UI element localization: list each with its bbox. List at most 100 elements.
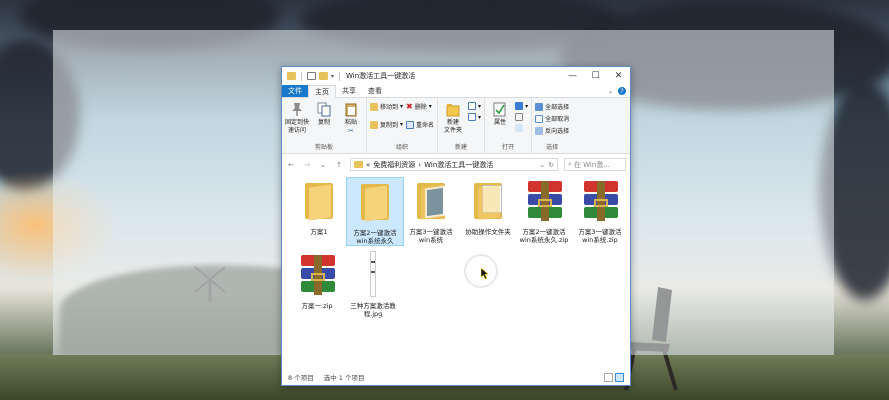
select-none-icon xyxy=(535,114,544,123)
copy-button[interactable]: 复制 xyxy=(312,100,336,143)
breadcrumb-item[interactable]: 免费福利资源 xyxy=(373,160,415,170)
list-item[interactable]: 方案3一键激活 win系统 xyxy=(402,177,460,244)
chevron-down-icon[interactable]: ⌄ xyxy=(318,161,328,169)
delete-button[interactable]: ✖ 删除 ▾ xyxy=(406,102,434,111)
file-explorer-window[interactable]: ▾ Win激活工具一键激活 — ☐ ✕ 文件 主页 共享 查看 ⌄ ? 固定到快… xyxy=(281,66,631,386)
search-input[interactable]: ⌕ 在 Win激... xyxy=(564,158,626,171)
group-label: 选择 xyxy=(546,144,559,151)
properties-button[interactable]: 属性 xyxy=(488,100,512,143)
invert-selection-label: 反向选择 xyxy=(545,128,570,135)
navigation-bar: ← → ⌄ ↑ « 免费福利资源 › Win激活工具一键激活 ⌄ ↻ ⌕ 在 W… xyxy=(282,157,630,172)
chevron-down-icon[interactable]: ▾ xyxy=(331,73,334,80)
list-item[interactable]: 方案3一键激活 win系统.zip xyxy=(571,177,629,244)
maximize-button[interactable]: ☐ xyxy=(584,67,607,85)
properties-icon[interactable] xyxy=(307,72,316,80)
copy-to-button[interactable]: 复制到 ▾ xyxy=(370,120,403,129)
new-folder-button[interactable]: 新建 文件夹 xyxy=(441,100,465,143)
easy-access-icon[interactable]: ▾ xyxy=(468,113,481,121)
rename-button[interactable]: 重命名 xyxy=(406,120,434,129)
select-none-label: 全部取消 xyxy=(545,116,570,123)
new-folder-icon[interactable] xyxy=(319,72,328,80)
breadcrumb-item[interactable]: Win激活工具一键激活 xyxy=(424,160,493,170)
search-placeholder: 在 Win激... xyxy=(573,160,610,169)
file-list: 方案1 方案2一键激活 win系统永久 方案3一键激活 win系统 协助操作文件… xyxy=(282,177,630,367)
window-title: Win激活工具一键激活 xyxy=(346,72,416,80)
copy-icon xyxy=(317,102,331,117)
refresh-button[interactable]: ↻ xyxy=(548,161,554,169)
cursor-arrow-icon xyxy=(481,268,489,279)
delete-label: 删除 xyxy=(414,104,427,111)
edit-icon[interactable] xyxy=(515,113,528,121)
chevron-down-icon[interactable]: ⌄ xyxy=(608,88,613,95)
folder-icon xyxy=(295,177,343,225)
close-button[interactable]: ✕ xyxy=(607,67,630,85)
folder-icon xyxy=(407,177,455,225)
item-label: 协助操作文件夹 xyxy=(465,228,511,236)
rename-icon xyxy=(406,120,415,129)
breadcrumb-separator: › xyxy=(418,160,422,169)
up-button[interactable]: ↑ xyxy=(334,161,344,169)
back-button[interactable]: ← xyxy=(286,161,296,169)
folder-icon xyxy=(354,161,363,168)
invert-selection-icon xyxy=(535,126,544,135)
folder-icon xyxy=(287,72,296,80)
title-bar[interactable]: ▾ Win激活工具一键激活 — ☐ ✕ xyxy=(282,67,630,85)
status-bar: 8 个项目 选中 1 个项目 xyxy=(282,369,630,385)
pin-quick-access-button[interactable]: 固定到快 速访问 xyxy=(285,100,309,143)
chevron-down-icon[interactable]: ⌄ xyxy=(539,161,545,169)
large-icons-view-button[interactable] xyxy=(615,372,624,382)
breadcrumb-overflow[interactable]: « xyxy=(366,161,370,169)
tab-home[interactable]: 主页 xyxy=(308,85,336,98)
list-item[interactable]: 方案2一键激活 win系统永久.zip xyxy=(515,177,573,244)
item-label: 方案2一键激活 win系统永久 xyxy=(353,229,397,245)
select-none-button[interactable]: 全部取消 xyxy=(535,114,569,123)
tab-view[interactable]: 查看 xyxy=(362,85,388,97)
list-item[interactable]: 方案一.zip xyxy=(288,251,346,310)
address-bar[interactable]: « 免费福利资源 › Win激活工具一键激活 ⌄ ↻ xyxy=(350,158,558,171)
item-label: 方案1 xyxy=(310,228,328,236)
cut-icon[interactable]: ✂ xyxy=(348,127,354,135)
selection-count: 选中 1 个项目 xyxy=(323,374,365,382)
help-icon[interactable]: ? xyxy=(618,87,626,95)
move-to-button[interactable]: 移动到 ▾ xyxy=(370,102,403,111)
list-item[interactable]: 协助操作文件夹 xyxy=(459,177,517,236)
group-new: 新建 文件夹 ▾ ▾ 新建 xyxy=(438,98,486,153)
search-icon: ⌕ xyxy=(568,160,572,168)
new-item-icon[interactable]: ▾ xyxy=(468,102,481,110)
window-controls: — ☐ ✕ xyxy=(561,67,630,85)
quick-access-toolbar: ▾ xyxy=(282,71,342,81)
list-item[interactable]: 方案1 xyxy=(290,177,348,236)
pin-label: 固定到快 速访问 xyxy=(285,119,310,134)
rename-label: 重命名 xyxy=(416,122,435,129)
group-clipboard: 固定到快 速访问 复制 粘贴 ✂ 剪贴板 xyxy=(282,98,367,153)
select-all-label: 全部选择 xyxy=(545,104,570,111)
item-label: 方案3一键激活 win系统 xyxy=(409,228,453,244)
move-to-icon xyxy=(370,102,378,111)
select-all-button[interactable]: 全部选择 xyxy=(535,102,569,111)
tab-share[interactable]: 共享 xyxy=(336,85,362,97)
select-all-icon xyxy=(535,102,544,111)
open-icon[interactable]: ▾ xyxy=(515,102,528,110)
list-item[interactable]: 三种方案激活教 程.jpg xyxy=(344,251,402,318)
item-label: 方案一.zip xyxy=(301,302,333,310)
forward-button[interactable]: → xyxy=(302,161,312,169)
paste-icon xyxy=(345,103,357,117)
move-to-label: 移动到 xyxy=(380,104,399,111)
mouse-cursor-highlight xyxy=(464,254,498,288)
properties-label: 属性 xyxy=(494,119,507,126)
history-icon[interactable] xyxy=(515,124,528,132)
tab-file[interactable]: 文件 xyxy=(282,85,308,97)
invert-selection-button[interactable]: 反向选择 xyxy=(535,126,569,135)
folder-icon xyxy=(464,177,512,225)
details-view-button[interactable] xyxy=(604,372,613,382)
list-item[interactable]: 方案2一键激活 win系统永久 xyxy=(346,177,404,246)
item-label: 三种方案激活教 程.jpg xyxy=(350,302,396,318)
archive-icon xyxy=(293,251,341,299)
group-organize: 移动到 ▾ 复制到 ▾ ✖ 删除 ▾ 重命名 组织 xyxy=(367,98,439,153)
paste-label: 粘贴 xyxy=(344,119,357,126)
ribbon-tabs: 文件 主页 共享 查看 ⌄ ? xyxy=(282,85,630,98)
pin-icon xyxy=(292,103,302,116)
group-open: 属性 ▾ 打开 xyxy=(485,98,533,153)
minimize-button[interactable]: — xyxy=(561,67,584,85)
paste-button[interactable]: 粘贴 ✂ xyxy=(339,100,363,143)
